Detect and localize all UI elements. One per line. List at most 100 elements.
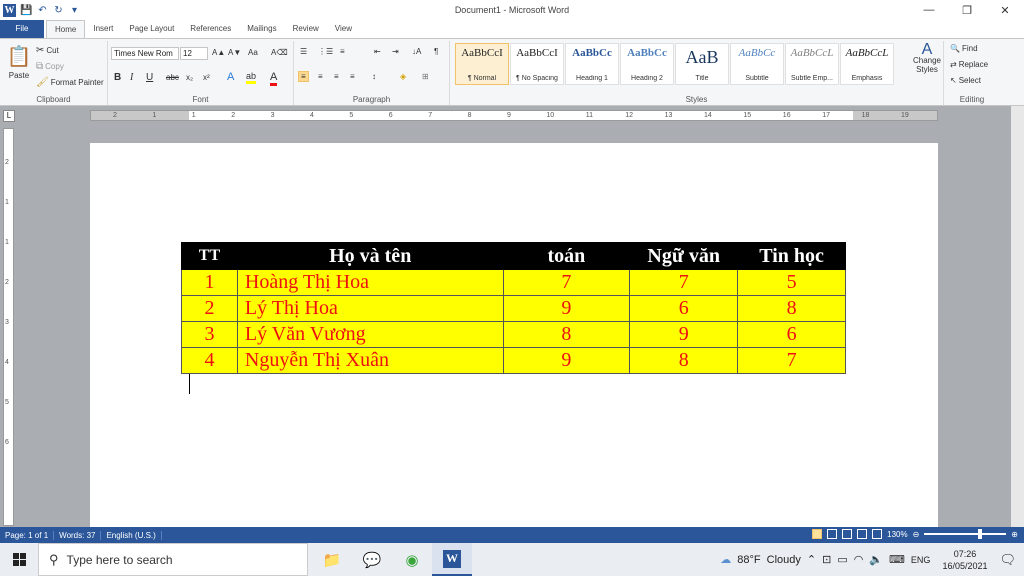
select-button[interactable]: ↖ Select [950,76,981,85]
file-explorer-icon[interactable]: 📁 [312,543,352,576]
table-cell[interactable]: 2 [181,295,238,322]
vertical-ruler[interactable]: 2 1 1 2 3 4 5 6 [3,128,14,526]
network-icon[interactable]: ⊡ [822,553,831,566]
style-title[interactable]: AaB Title [675,43,729,85]
table-cell[interactable]: 8 [502,321,631,348]
web-layout-view-button[interactable] [842,529,853,539]
change-styles-button[interactable]: A Change Styles [912,42,942,75]
style-subtle-emphasis[interactable]: AaBbCcL Subtle Emp... [785,43,839,85]
table-cell[interactable]: 3 [181,321,238,348]
messenger-icon[interactable]: 💬 [352,543,392,576]
shrink-font-button[interactable]: A▼ [228,48,241,57]
align-center-button[interactable]: ≡ [318,72,323,81]
start-button[interactable] [0,543,38,576]
wifi-icon[interactable]: ◠ [854,553,864,566]
weather-temp[interactable]: 88°F [737,554,760,566]
redo-icon[interactable]: ↻ [53,5,64,16]
increase-indent-button[interactable]: ⇥ [392,47,399,56]
customize-qat-icon[interactable]: ▾ [69,5,80,16]
restore-button[interactable]: ❐ [948,0,986,20]
font-color-button[interactable]: A [270,71,278,86]
paste-button[interactable]: 📋 Paste [6,44,32,80]
numbering-button[interactable]: ⋮☰ [318,47,333,56]
header-cell-literature[interactable]: Ngữ văn [629,242,739,270]
volume-icon[interactable]: 🔈 [869,553,883,566]
word-taskbar-icon[interactable]: W [432,543,472,576]
style-heading-1[interactable]: AaBbCc Heading 1 [565,43,619,85]
style-emphasis[interactable]: AaBbCcL Emphasis [840,43,894,85]
zoom-slider[interactable] [924,529,1007,539]
bullets-button[interactable]: ☰ [300,47,307,56]
zoom-level[interactable]: 130% [887,530,907,539]
table-cell[interactable]: 7 [629,269,739,296]
chevron-up-icon[interactable]: ⌃ [807,553,816,566]
table-cell[interactable]: 6 [629,295,739,322]
style-subtitle[interactable]: AaBbCc Subtitle [730,43,784,85]
tab-view[interactable]: View [327,20,360,38]
change-case-button[interactable]: Aa [248,48,258,57]
tab-page-layout[interactable]: Page Layout [121,20,182,38]
zoom-out-icon[interactable]: ⊖ [913,530,920,539]
cut-button[interactable]: ✂ Cut [36,45,59,56]
sort-button[interactable]: ↓A [412,47,421,56]
tab-review[interactable]: Review [285,20,327,38]
borders-button[interactable]: ⊞ [422,72,429,81]
keyboard-icon[interactable]: ⌨ [889,553,905,566]
document-page[interactable]: TT Họ và tên toán Ngữ văn Tin học 1 Hoàn… [90,143,938,527]
subscript-button[interactable]: x₂ [186,73,193,82]
tab-file[interactable]: File [0,20,44,38]
text-effects-button[interactable]: A [227,71,234,83]
multilevel-list-button[interactable]: ≡ [340,47,345,56]
taskbar-search-box[interactable]: ⚲ Type here to search [38,543,308,576]
table-cell[interactable]: 8 [737,295,846,322]
superscript-button[interactable]: x² [203,73,210,82]
clear-format-button[interactable]: A⌫ [271,48,288,57]
word-count-status[interactable]: Words: 37 [54,530,102,540]
tab-insert[interactable]: Insert [85,20,121,38]
grow-font-button[interactable]: A▲ [212,48,225,57]
table-cell[interactable]: 7 [737,347,846,374]
coccoc-browser-icon[interactable]: ◉ [392,543,432,576]
style-heading-2[interactable]: AaBbCc Heading 2 [620,43,674,85]
style-normal[interactable]: AaBbCcI ¶ Normal [455,43,509,85]
draft-view-button[interactable] [872,529,883,539]
horizontal-ruler[interactable]: 2 1 1 2 3 4 5 6 7 8 9 10 11 12 13 14 15 16 17 18 19 [90,110,938,121]
strikethrough-button[interactable]: abc [166,73,179,82]
copy-button[interactable]: ⧉ Copy [36,61,64,72]
tab-home[interactable]: Home [46,20,86,38]
tab-mailings[interactable]: Mailings [239,20,284,38]
notification-icon[interactable]: 🗨 [999,552,1016,568]
print-layout-view-button[interactable] [812,529,823,539]
header-cell-tt[interactable]: TT [181,242,238,270]
style-no-spacing[interactable]: AaBbCcI ¶ No Spacing [510,43,564,85]
language-indicator[interactable]: ENG [911,555,931,565]
clock[interactable]: 07:26 16/05/2021 [942,548,987,572]
table-cell[interactable]: 8 [629,347,739,374]
undo-icon[interactable]: ↶ [37,5,48,16]
table-cell[interactable]: 9 [629,321,739,348]
save-icon[interactable]: 💾 [20,5,32,16]
line-spacing-button[interactable]: ↕ [372,72,376,81]
battery-icon[interactable]: ▭ [837,553,847,566]
tab-references[interactable]: References [182,20,239,38]
replace-button[interactable]: ⇄ Replace [950,60,988,69]
underline-button[interactable]: U [146,72,153,83]
find-button[interactable]: 🔍 Find [950,44,978,53]
italic-button[interactable]: I [130,72,133,83]
font-name-combo[interactable]: Times New Rom [111,47,179,60]
justify-button[interactable]: ≡ [350,72,355,81]
zoom-in-icon[interactable]: ⊕ [1011,530,1018,539]
table-cell[interactable]: 5 [737,269,846,296]
table-cell[interactable]: Hoàng Thị Hoa [236,269,504,296]
highlight-button[interactable]: ab [246,71,257,84]
align-left-button[interactable]: ≡ [298,71,309,82]
close-button[interactable]: ✕ [986,0,1024,20]
page-count-status[interactable]: Page: 1 of 1 [0,530,55,540]
table-cell[interactable]: 6 [737,321,846,348]
show-formatting-button[interactable]: ¶ [434,47,438,56]
weather-cloud-icon[interactable]: ☁ [720,553,731,566]
table-cell[interactable]: Lý Thị Hoa [236,295,504,322]
decrease-indent-button[interactable]: ⇤ [374,47,381,56]
align-right-button[interactable]: ≡ [334,72,339,81]
full-screen-view-button[interactable] [827,529,838,539]
